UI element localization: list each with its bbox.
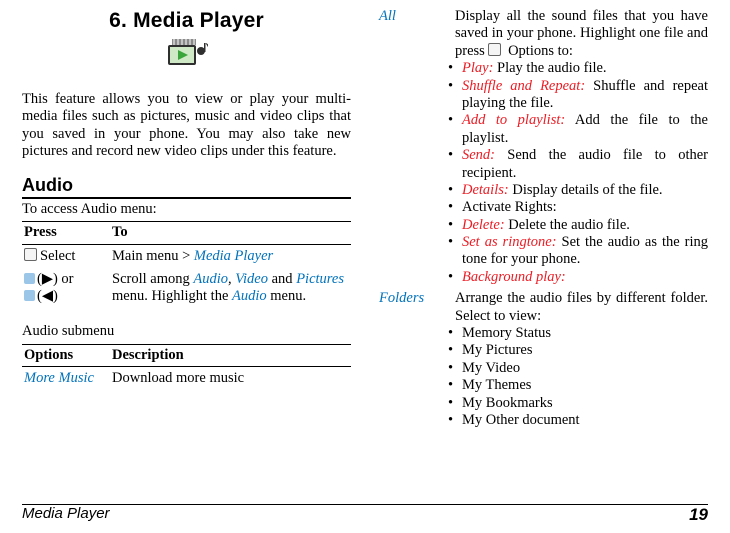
folder-item: • My Video — [455, 360, 708, 377]
folder-pictures: My Pictures — [462, 342, 532, 358]
description-header: Description — [110, 345, 351, 367]
folder-item: • My Other document — [455, 412, 708, 429]
video-link: Video — [235, 271, 268, 287]
to-cell: Main menu > Media Player — [110, 244, 351, 268]
bullet-delete: • Delete: Delete the audio file. — [455, 217, 708, 234]
details-text: Display details of the file. — [509, 182, 663, 198]
table-row: (▶) or (◀) Scroll among Audio, Video and… — [22, 268, 351, 309]
nav-left-label: (◀) — [37, 288, 58, 304]
delete-text: Delete the audio file. — [505, 217, 630, 233]
bullet-activate: • Activate Rights: — [455, 199, 708, 216]
table-row: More Music Download more music — [22, 367, 351, 391]
nav-right-label: (▶) or — [37, 271, 74, 287]
nav-left-icon — [24, 290, 35, 301]
folder-memory: Memory Status — [462, 325, 551, 341]
tail: menu. — [267, 288, 306, 304]
audio-link-2: Audio — [232, 288, 267, 304]
play-text: Play the audio file. — [493, 60, 606, 76]
left-column: 6. Media Player — [22, 8, 351, 431]
press-cell: (▶) or (◀) — [22, 268, 110, 309]
section-title: 6. Media Player — [22, 8, 351, 33]
folders-row: Folders Arrange the audio files by diffe… — [379, 290, 708, 429]
access-table: Press To Select Main menu > Media Player… — [22, 221, 351, 309]
folder-themes: My Themes — [462, 377, 531, 393]
softkey-icon — [24, 248, 37, 261]
audio-heading: Audio — [22, 175, 351, 199]
bullet-send: • Send: Send the audio file to other rec… — [455, 147, 708, 182]
all-body-tail: Options to: — [504, 43, 572, 59]
softkey-icon — [488, 43, 501, 56]
more-music-option: More Music — [22, 367, 110, 391]
mainmenu-text: Main menu > — [112, 248, 194, 264]
table-row: Select Main menu > Media Player — [22, 244, 351, 268]
right-column: All Display all the sound files that you… — [379, 8, 708, 431]
all-label: All — [379, 8, 435, 286]
folders-body: Arrange the audio files by different fol… — [455, 290, 708, 429]
and: and — [268, 271, 296, 287]
to-header: To — [110, 222, 351, 244]
submenu-table: Options Description More Music Download … — [22, 344, 351, 391]
folder-bookmarks: My Bookmarks — [462, 395, 553, 411]
folder-item: • My Themes — [455, 377, 708, 394]
bullet-bgplay: • Background play: — [455, 269, 708, 286]
send-name: Send: — [462, 147, 495, 163]
activate-text: Activate Rights: — [462, 199, 557, 215]
scroll-text: Scroll among — [112, 271, 193, 287]
shuffle-name: Shuffle and Repeat: — [462, 78, 585, 94]
folder-video: My Video — [462, 360, 520, 376]
bullet-details: • Details: Display details of the file. — [455, 182, 708, 199]
folders-label: Folders — [379, 290, 435, 429]
intro-text: This feature allows you to view or play … — [22, 91, 351, 161]
to-cell: Scroll among Audio, Video and Pictures m… — [110, 268, 351, 309]
bullet-shuffle: • Shuffle and Repeat: Shuffle and repeat… — [455, 78, 708, 113]
bgplay-name: Background play: — [462, 269, 566, 285]
bullet-add-playlist: • Add to playlist: Add the file to the p… — [455, 112, 708, 147]
more-music-desc: Download more music — [110, 367, 351, 391]
play-name: Play: — [462, 60, 493, 76]
options-header: Options — [22, 345, 110, 367]
highlight-text: menu. Highlight the — [112, 288, 232, 304]
page: 6. Media Player — [0, 0, 730, 533]
table-header-row: Options Description — [22, 345, 351, 367]
bullet-ringtone: • Set as ringtone: Set the audio as the … — [455, 234, 708, 269]
audio-lead: To access Audio menu: — [22, 201, 351, 218]
bullet-play: • Play: Play the audio file. — [455, 60, 708, 77]
folder-item: • Memory Status — [455, 325, 708, 342]
audio-link: Audio — [193, 271, 228, 287]
all-body: Display all the sound files that you hav… — [455, 8, 708, 286]
folder-other: My Other document — [462, 412, 580, 428]
audio-submenu-caption: Audio submenu — [22, 323, 351, 340]
table-header-row: Press To — [22, 222, 351, 244]
nav-right-icon — [24, 273, 35, 284]
addpl-name: Add to playlist: — [462, 112, 565, 128]
pictures-link: Pictures — [296, 271, 344, 287]
media-player-link: Media Player — [194, 248, 273, 264]
media-player-icon — [22, 37, 351, 76]
press-cell: Select — [22, 244, 110, 268]
all-row: All Display all the sound files that you… — [379, 8, 708, 286]
section-name: Media Player — [133, 9, 264, 32]
delete-name: Delete: — [462, 217, 505, 233]
page-number: 19 — [689, 505, 708, 525]
columns: 6. Media Player — [22, 8, 708, 431]
select-label: Select — [40, 248, 75, 264]
press-header: Press — [22, 222, 110, 244]
page-footer: Media Player 19 — [22, 504, 708, 525]
section-number: 6. — [109, 9, 127, 32]
folder-item: • My Bookmarks — [455, 395, 708, 412]
footer-label: Media Player — [22, 505, 110, 525]
folders-text: Arrange the audio files by different fol… — [455, 290, 708, 323]
folder-item: • My Pictures — [455, 342, 708, 359]
details-name: Details: — [462, 182, 509, 198]
ringtone-name: Set as ringtone: — [462, 234, 557, 250]
send-text: Send the audio file to other recipient. — [462, 147, 708, 180]
